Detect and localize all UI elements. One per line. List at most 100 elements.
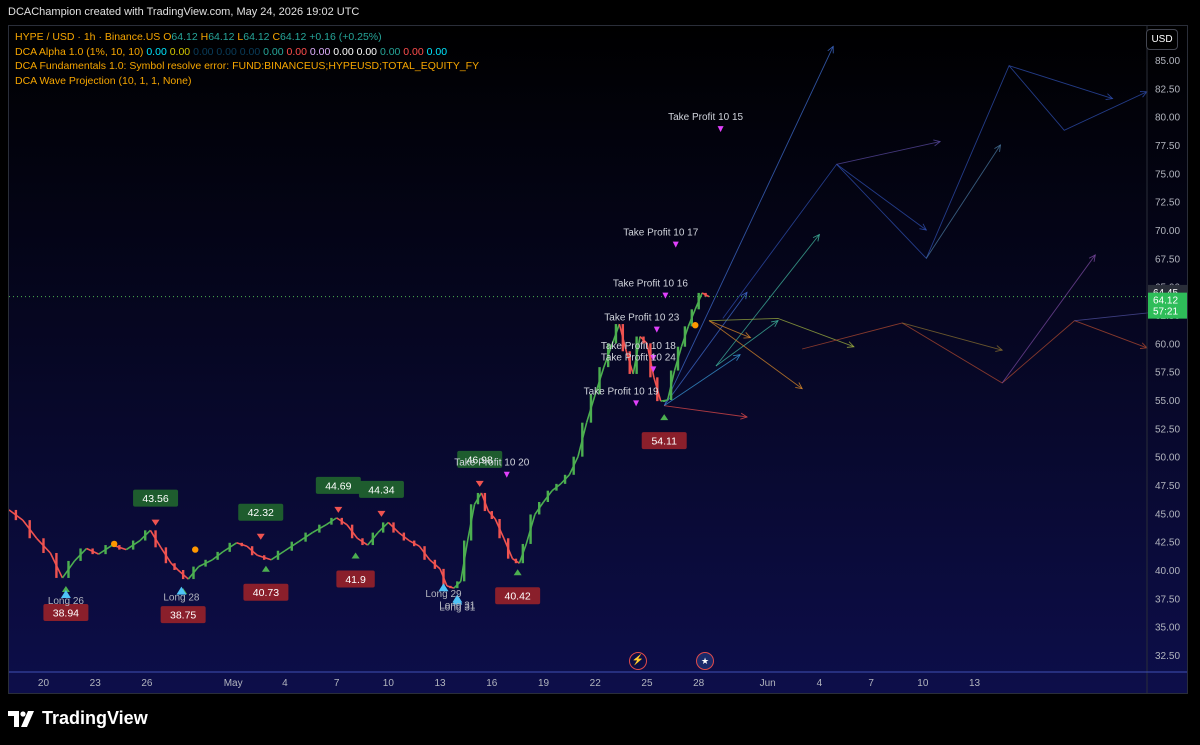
footer-brand-text: TradingView [42,708,148,728]
x-tick-label: 26 [141,678,153,689]
legend-row-symbol[interactable]: HYPE / USD · 1h · Binance.US O64.12 H64.… [15,30,479,45]
currency-button[interactable]: USD [1146,29,1178,50]
dca-fundamentals-name[interactable]: DCA Fundamentals 1.0: Symbol resolve err… [15,59,479,74]
candle [402,532,406,541]
symbol-name[interactable]: HYPE / USD · 1h · Binance.US [15,31,160,43]
candle [589,394,593,423]
lightning-event-icon[interactable]: ⚡ [629,652,647,670]
value-label-text: 40.42 [505,591,531,603]
value-label-text: 38.75 [170,610,196,622]
candle [514,558,518,564]
candle [290,541,293,551]
dca-alpha-value: 0.00 [193,45,214,58]
candle [79,548,82,561]
candle [572,456,575,475]
candle [490,511,493,519]
x-tick-label: 23 [90,678,102,689]
candle [228,542,231,552]
dca-alpha-value: 0.00 [356,45,378,58]
us-flag-event-icon[interactable]: ★ [696,652,714,670]
dca-alpha-value: 0.00 [169,45,191,58]
take-profit-annotation: Take Profit 10 19 [584,386,659,397]
long-entry-annotation: Long 28 [163,593,200,604]
candle [91,548,94,555]
take-profit-annotation: Take Profit 10 24 [601,352,676,363]
candle [276,550,280,560]
x-tick-label: 28 [693,678,705,689]
x-tick-label: 22 [590,678,602,689]
dca-alpha-value: 0.00 [263,45,284,58]
y-tick-label: 40.00 [1155,566,1180,577]
candle [498,519,501,539]
candle [173,563,176,570]
candle [506,538,510,559]
candle [546,490,550,502]
dca-alpha-name[interactable]: DCA Alpha 1.0 (1%, 10, 10) [15,46,143,58]
value-label-text: 44.69 [325,480,351,492]
candle [449,585,452,589]
candle [118,545,121,550]
candle [529,514,532,544]
candle [340,517,343,525]
current-price-badge-text: 64.12 [1153,296,1178,307]
dca-wave-name[interactable]: DCA Wave Projection (10, 1, 1, None) [15,74,479,89]
candle [192,566,195,580]
dca-alpha-value: 0.00 [286,45,307,58]
candle [131,540,135,550]
footer-brand: TradingView [8,708,148,729]
candle [330,517,333,525]
candle [463,540,466,582]
long-entry-annotation: Long 26 [48,596,85,607]
candle [204,559,207,567]
candle [538,502,541,515]
x-tick-label: 7 [868,678,874,689]
candle [350,524,354,539]
value-label-text: 41.9 [345,574,366,586]
candle [704,292,707,297]
value-label-text: 44.34 [368,484,394,496]
y-tick-label: 70.00 [1155,226,1180,237]
ohlc-h-value: 64.12 [208,31,235,43]
candle [14,509,18,521]
legend-row-dca-alpha[interactable]: DCA Alpha 1.0 (1%, 10, 10) 0.00 0.00 0.0… [15,45,479,60]
y-tick-label: 50.00 [1155,453,1180,464]
x-tick-label: 10 [383,678,395,689]
dca-alpha-value: 0.00 [146,45,167,58]
ohlc-c-value: 64.12 [280,31,307,43]
y-tick-label: 35.00 [1155,623,1180,634]
take-profit-annotation: Take Profit 10 15 [668,112,743,123]
chart-pane[interactable]: 43.56 42.32 44.69 44.34 46.98 38.94 38.75 40.73… [8,25,1188,694]
x-tick-label: 10 [917,678,929,689]
signal-dot [110,540,118,548]
y-tick-label: 67.50 [1155,254,1180,265]
chart-watermark: DCAChampion created with TradingView.com… [8,6,360,18]
candle [423,546,426,560]
candle [318,524,321,533]
price-chart[interactable]: 43.5642.3244.69 44.3446.9838.94 38.7540.73… [9,26,1188,694]
candle [154,530,157,548]
take-profit-annotation: Take Profit 10 16 [613,279,688,290]
candle [240,542,243,547]
y-tick-label: 32.50 [1155,651,1180,662]
long-entry-annotation: Long 31 [439,603,476,614]
candle [28,520,31,539]
candle [164,547,168,564]
ohlc-c-label: C [272,31,281,43]
tradingview-logo-icon [8,710,34,727]
dca-alpha-value: 0.00 [333,45,354,58]
candle [42,538,45,553]
candle [663,400,666,402]
y-tick-label: 72.50 [1155,198,1180,209]
x-tick-label: 20 [38,678,50,689]
y-tick-label: 37.50 [1155,594,1180,605]
candle [469,504,473,541]
take-profit-annotation: Take Profit 10 20 [454,458,529,469]
x-tick-label: 16 [486,678,498,689]
x-tick-label: 4 [282,678,288,689]
x-tick-label: 13 [434,678,446,689]
candle [104,545,107,555]
candle [563,474,567,484]
candle [676,346,680,371]
candle [555,483,558,491]
candle [262,555,266,560]
